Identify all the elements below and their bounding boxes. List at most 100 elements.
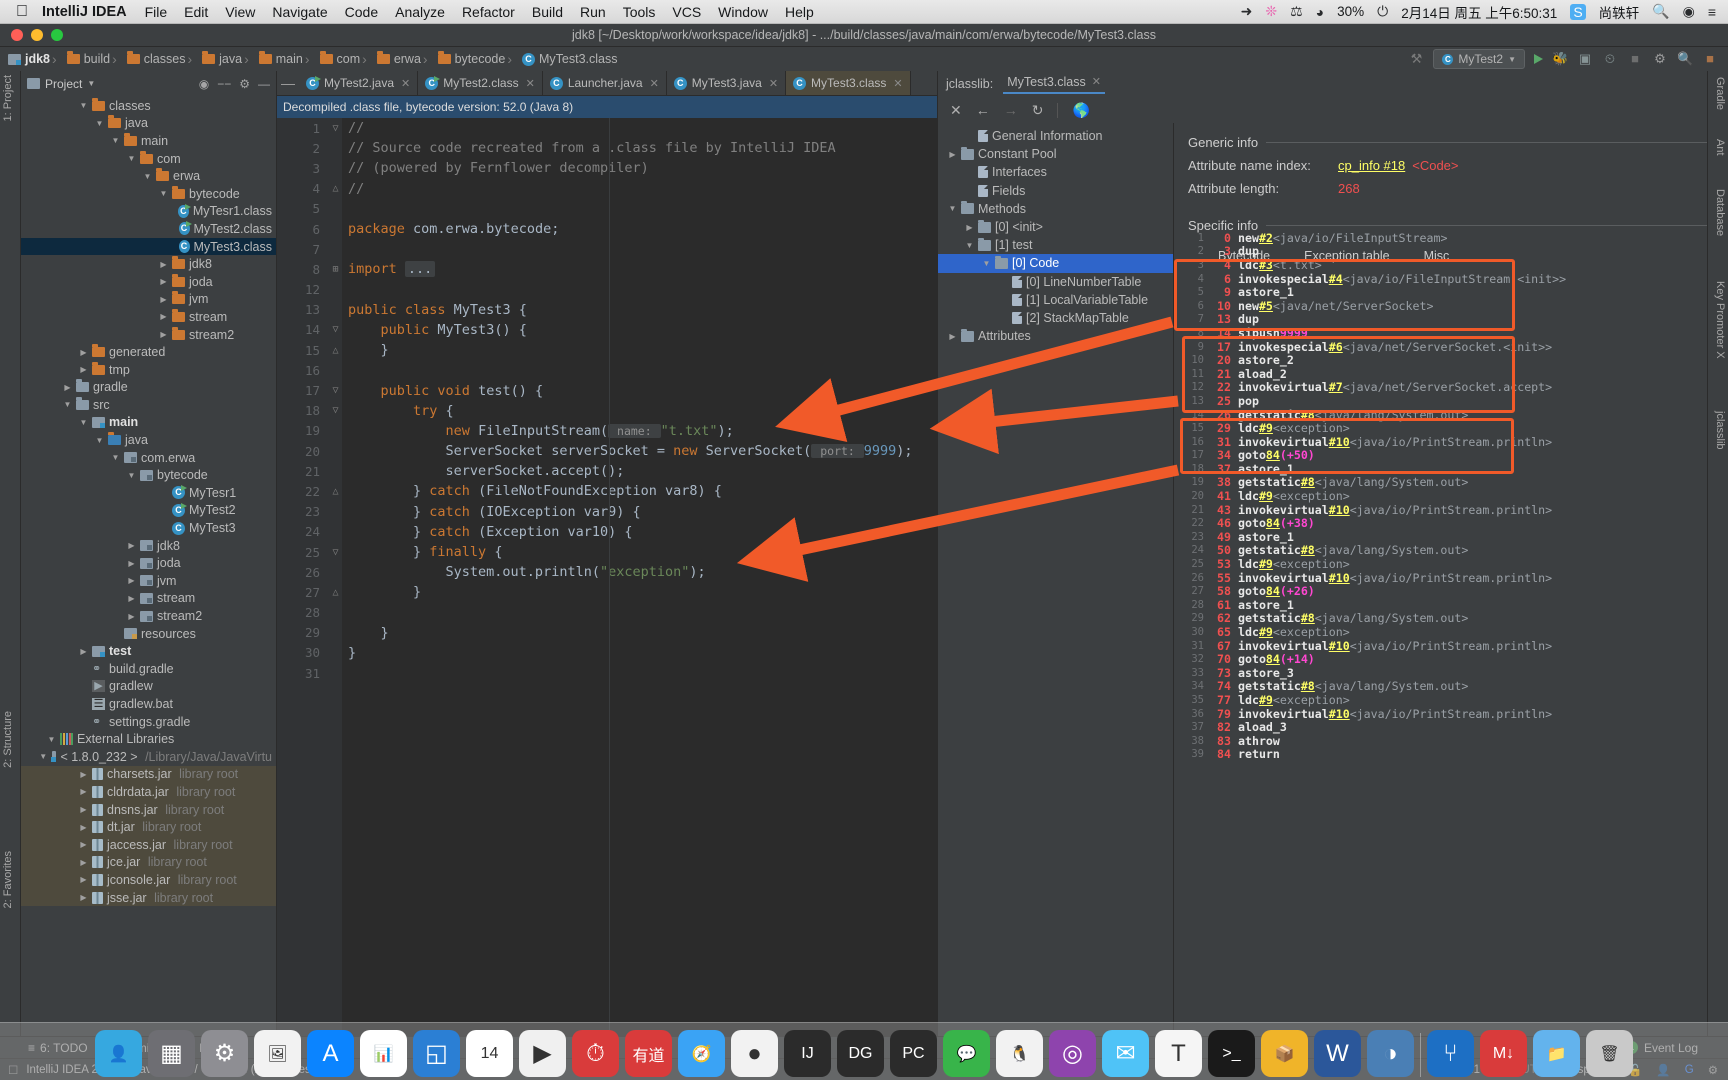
search-everywhere-icon[interactable]: 🔍	[1677, 51, 1693, 67]
constant-pool-ref[interactable]: #9	[1259, 421, 1273, 435]
code-line[interactable]: // (powered by Fernflower decompiler)	[342, 158, 937, 178]
bytecode-row[interactable]: 22 46 goto 84 (+38)	[1188, 516, 1697, 530]
chevron-right-icon[interactable]: ▶	[79, 875, 88, 884]
bytecode-row[interactable]: 15 29 ldc #9 <exception>	[1188, 421, 1697, 435]
project-tree-row[interactable]: ▼ bytecode	[21, 185, 276, 203]
chevron-right-icon[interactable]: ▶	[159, 330, 168, 339]
sidebar-item-key-promoter[interactable]: Key Promoter X	[1714, 281, 1726, 359]
close-icon[interactable]: ✕	[769, 77, 778, 90]
code-line[interactable]	[342, 360, 937, 380]
code-editor[interactable]: 1 2 3 4 5 6 7 8 12 13 14 15 16 17 18 19 20 21 22 23 24 25 26 27…	[277, 118, 937, 1036]
code-line[interactable]: public class MyTest3 {	[342, 300, 937, 320]
project-tree-row[interactable]: ▼ classes	[21, 97, 276, 115]
constant-pool-ref[interactable]: #9	[1259, 625, 1273, 639]
menu-build[interactable]: Build	[532, 4, 563, 20]
bytecode-row[interactable]: 12 22 invokevirtual #7 <java/net/ServerSoc…	[1188, 380, 1697, 394]
project-tree-row[interactable]: ▼ src	[21, 396, 276, 414]
close-window-button[interactable]	[11, 29, 23, 41]
chevron-right-icon[interactable]: ▶	[159, 295, 168, 304]
bytecode-row[interactable]: 26 55 invokevirtual #10 <java/io/PrintStre…	[1188, 571, 1697, 585]
chevron-right-icon[interactable]: ▶	[127, 541, 136, 550]
bytecode-row[interactable]: 24 50 getstatic #8 <java/lang/System.out>	[1188, 543, 1697, 557]
breadcrumb-item-jdk8[interactable]: jdk8	[8, 52, 50, 66]
constant-pool-ref[interactable]: #7	[1329, 380, 1343, 394]
project-tree-row[interactable]: ▶ jdk8	[21, 255, 276, 273]
collapse-all-icon[interactable]: −−	[217, 77, 231, 91]
sogou-input-icon[interactable]: S	[1570, 3, 1586, 20]
sidebar-item-ant[interactable]: Ant	[1714, 139, 1726, 156]
project-tree-row[interactable]: ▶ jvm	[21, 291, 276, 309]
siri-icon[interactable]: ◉	[1683, 3, 1695, 20]
terminal-dock-icon[interactable]: >_	[1208, 1030, 1255, 1077]
sidebar-item-project[interactable]: 1: Project	[2, 75, 14, 121]
code-content[interactable]: // // Source code recreated from a .class…	[342, 118, 937, 1036]
project-tree-row[interactable]: ▶ dt.jar library root	[21, 818, 276, 836]
sourcetree-icon[interactable]: ⑂	[1427, 1030, 1474, 1077]
chevron-down-icon[interactable]: ▼	[982, 259, 991, 268]
branch-target[interactable]: 84	[1266, 652, 1280, 666]
bytecode-instruction-list[interactable]: 1 0 new #2 <java/io/FileInputStream> 2 3 dup 3…	[1188, 231, 1697, 1032]
editor-tab[interactable]: C MyTest3.java ✕	[667, 71, 787, 95]
stop-button[interactable]: ■	[1627, 51, 1643, 67]
finder-icon[interactable]: 👤	[95, 1030, 142, 1077]
fold-marker[interactable]	[329, 643, 342, 663]
code-line[interactable]: }	[342, 643, 937, 663]
code-line[interactable]: } catch (FileNotFoundException var8) {	[342, 481, 937, 501]
hide-panel-icon[interactable]: —	[258, 77, 270, 91]
jclasslib-tree-row[interactable]: [0] LineNumberTable	[938, 273, 1173, 291]
podcasts-icon[interactable]: ◎	[1049, 1030, 1096, 1077]
project-tree-row[interactable]: ▼ < 1.8.0_232 > /Library/Java/JavaVirtu	[21, 748, 276, 766]
menu-help[interactable]: Help	[785, 4, 814, 20]
jclasslib-tree-row[interactable]: Interfaces	[938, 163, 1173, 181]
chevron-down-icon[interactable]: ▼	[143, 172, 152, 181]
close-icon[interactable]: ✕	[950, 102, 962, 119]
project-tree-row[interactable]: C MyTest2	[21, 502, 276, 520]
project-tree-row[interactable]: ▶ stream2	[21, 326, 276, 344]
fold-marker[interactable]	[329, 158, 342, 178]
chevron-right-icon[interactable]: ▶	[79, 858, 88, 867]
close-icon[interactable]: ✕	[526, 77, 535, 90]
sidebar-item-structure[interactable]: 2: Structure	[2, 711, 14, 768]
chevron-down-icon[interactable]: ▼	[87, 79, 95, 88]
editor-tab[interactable]: C MyTest2.java ✕	[299, 71, 419, 95]
chevron-right-icon[interactable]: ▶	[79, 893, 88, 902]
fold-marker[interactable]	[329, 421, 342, 441]
bytecode-row[interactable]: 39 84 return	[1188, 747, 1697, 761]
code-line[interactable]	[342, 280, 937, 300]
bytecode-row[interactable]: 25 53 ldc #9 <exception>	[1188, 557, 1697, 571]
fold-marker[interactable]: △	[329, 481, 342, 501]
fold-marker[interactable]: △	[329, 340, 342, 360]
chevron-right-icon[interactable]: ▶	[79, 365, 88, 374]
preview-icon[interactable]: 🖼	[254, 1030, 301, 1077]
chevron-down-icon[interactable]: ▼	[79, 101, 88, 110]
code-line[interactable]: ServerSocket serverSocket = new ServerSo…	[342, 441, 937, 461]
bytecode-row[interactable]: 11 21 aload_2	[1188, 367, 1697, 381]
code-line[interactable]: }	[342, 623, 937, 643]
debug-button[interactable]: 🐝	[1552, 51, 1568, 67]
fold-marker[interactable]: ⊞	[329, 259, 342, 279]
code-line[interactable]: new FileInputStream( name: "t.txt");	[342, 421, 937, 441]
macos-dock[interactable]: 👤 ▦ ⚙ 🖼 A 📊 ◱ 14 ▶ ⏱ 有道 🧭 ● IJ DG PC 💬 🐧 ◎ ✉ T >_ 📦 W ◑ ⑂ M↓ 📁 🗑	[0, 1022, 1728, 1080]
reload-icon[interactable]: ↻	[1032, 102, 1044, 119]
breadcrumb-item-java[interactable]: java	[187, 51, 242, 67]
constant-pool-ref[interactable]: #4	[1329, 272, 1343, 286]
collapse-tabs-icon[interactable]: —	[277, 71, 299, 95]
branch-target[interactable]: 84	[1266, 516, 1280, 530]
bytecode-row[interactable]: 34 74 getstatic #8 <java/lang/System.out>	[1188, 679, 1697, 693]
bytecode-row[interactable]: 32 70 goto 84 (+14)	[1188, 652, 1697, 666]
fold-marker[interactable]	[329, 603, 342, 623]
bytecode-row[interactable]: 36 79 invokevirtual #10 <java/io/PrintStre…	[1188, 707, 1697, 721]
close-icon[interactable]: ✕	[1092, 75, 1101, 88]
pycharm-icon[interactable]: PC	[890, 1030, 937, 1077]
chevron-right-icon[interactable]: ▶	[79, 348, 88, 357]
project-tree-row[interactable]: ▶ cldrdata.jar library root	[21, 783, 276, 801]
panel-settings-icon[interactable]: ⚙	[239, 77, 250, 91]
chevron-down-icon[interactable]: ▼	[111, 453, 120, 462]
jclasslib-tree-row[interactable]: [1] LocalVariableTable	[938, 291, 1173, 309]
code-line[interactable]: }	[342, 582, 937, 602]
fold-marker[interactable]	[329, 280, 342, 300]
flower-status-icon[interactable]: ❊	[1265, 3, 1277, 20]
project-tree-row[interactable]: ▼ bytecode	[21, 466, 276, 484]
code-line[interactable]	[342, 239, 937, 259]
bytecode-row[interactable]: 28 61 astore_1	[1188, 598, 1697, 612]
